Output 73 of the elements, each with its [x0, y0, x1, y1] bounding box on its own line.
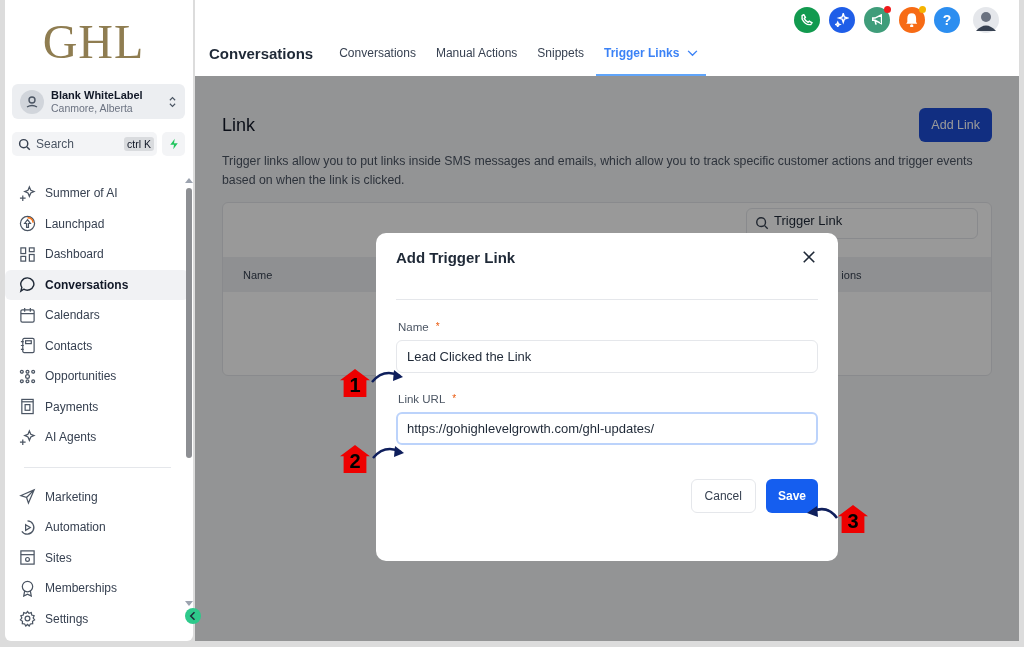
bell-button[interactable]: [899, 7, 925, 33]
sparkle-icon: [19, 184, 36, 202]
nav-item[interactable]: Marketing: [5, 481, 189, 512]
cancel-button[interactable]: Cancel: [690, 479, 756, 513]
field-label: Link URL: [398, 393, 446, 405]
megaphone-icon: [871, 14, 883, 26]
receipt-icon: [19, 398, 36, 416]
rocket-icon: [19, 215, 36, 233]
sparkle-icon: [835, 12, 849, 28]
nav-item[interactable]: Payments: [5, 391, 189, 422]
chevron-updown-icon: [168, 94, 177, 109]
paper-plane-icon: [19, 488, 36, 506]
contact-book-icon: [19, 337, 36, 355]
search-icon: [755, 216, 769, 230]
nav-item[interactable]: Opportunities: [5, 361, 189, 392]
tab[interactable]: Manual Actions: [427, 46, 526, 76]
search-icon: [18, 137, 31, 151]
input-field[interactable]: Lead Clicked the Link: [396, 340, 818, 373]
dots-grid-icon: [19, 367, 36, 385]
browser-window-icon: [19, 549, 36, 567]
search-field[interactable]: Trigger Link: [746, 208, 978, 239]
award-ribbon-icon: [19, 579, 36, 597]
nav-item[interactable]: Contacts: [5, 330, 189, 361]
column-header: ions: [841, 268, 862, 281]
required-mark: *: [435, 321, 440, 333]
settings-icon: [19, 610, 36, 628]
collapse-button[interactable]: [185, 608, 201, 624]
section-title: Link: [222, 114, 256, 136]
account-switcher[interactable]: Blank WhiteLabel Canmore, Alberta: [12, 84, 185, 119]
close-button[interactable]: [800, 248, 818, 266]
description-text: Trigger links allow you to put links inside SMS messages and emails, which allow you to track specific customer actions and trigger events based on when the link is clicked.: [222, 153, 974, 189]
chevron-down-icon: [687, 49, 699, 57]
tab[interactable]: Conversations: [331, 46, 424, 76]
tab[interactable]: Snippets: [529, 46, 592, 76]
save-button[interactable]: Save: [765, 479, 818, 513]
nav-item[interactable]: Conversations: [5, 269, 189, 300]
grid-icon: [19, 245, 36, 263]
nav-item[interactable]: Settings: [5, 603, 189, 634]
curved-arrow: [371, 444, 406, 460]
nav-item[interactable]: AI Agents: [5, 422, 189, 453]
nav-item[interactable]: Calendars: [5, 300, 189, 331]
nav-item[interactable]: Dashboard: [5, 239, 189, 270]
required-mark: *: [452, 393, 457, 405]
phone-icon: [801, 14, 813, 26]
nav-item[interactable]: Automation: [5, 512, 189, 543]
curved-arrow: [805, 504, 840, 520]
nav-item[interactable]: Sites: [5, 542, 189, 573]
nav-item[interactable]: Launchpad: [5, 208, 189, 239]
curved-arrow: [370, 368, 405, 384]
field-label: Name: [398, 321, 429, 333]
nav-item[interactable]: Memberships: [5, 573, 189, 604]
dialog-title: Add Trigger Link: [396, 248, 516, 266]
bell-icon: [906, 12, 918, 28]
chat-bubble-icon: [19, 276, 36, 294]
logo: GHL: [42, 14, 146, 70]
shortcut-hint: ctrl K: [124, 137, 154, 151]
sparkle-button[interactable]: [829, 7, 855, 33]
megaphone-button[interactable]: [864, 7, 890, 33]
sparkle-icon: [19, 428, 36, 446]
search-placeholder: Search: [36, 137, 76, 151]
column-header: Name: [243, 268, 273, 281]
page-title: Conversations: [209, 45, 314, 64]
nav-item[interactable]: Summer of AI: [5, 178, 189, 209]
add-link-button[interactable]: Add Link: [919, 108, 992, 142]
avatar[interactable]: [973, 7, 999, 33]
account-name: Blank WhiteLabel: [51, 88, 144, 102]
calendar-icon: [19, 306, 36, 324]
search-field[interactable]: Search ctrl K: [12, 132, 157, 156]
account-location: Canmore, Alberta: [51, 101, 134, 115]
play-circle-icon: [19, 518, 36, 536]
phone-button[interactable]: [794, 7, 820, 33]
input-field[interactable]: https://gohighlevelgrowth.com/ghl-updates/: [396, 412, 818, 445]
lightning-icon: [167, 138, 180, 150]
